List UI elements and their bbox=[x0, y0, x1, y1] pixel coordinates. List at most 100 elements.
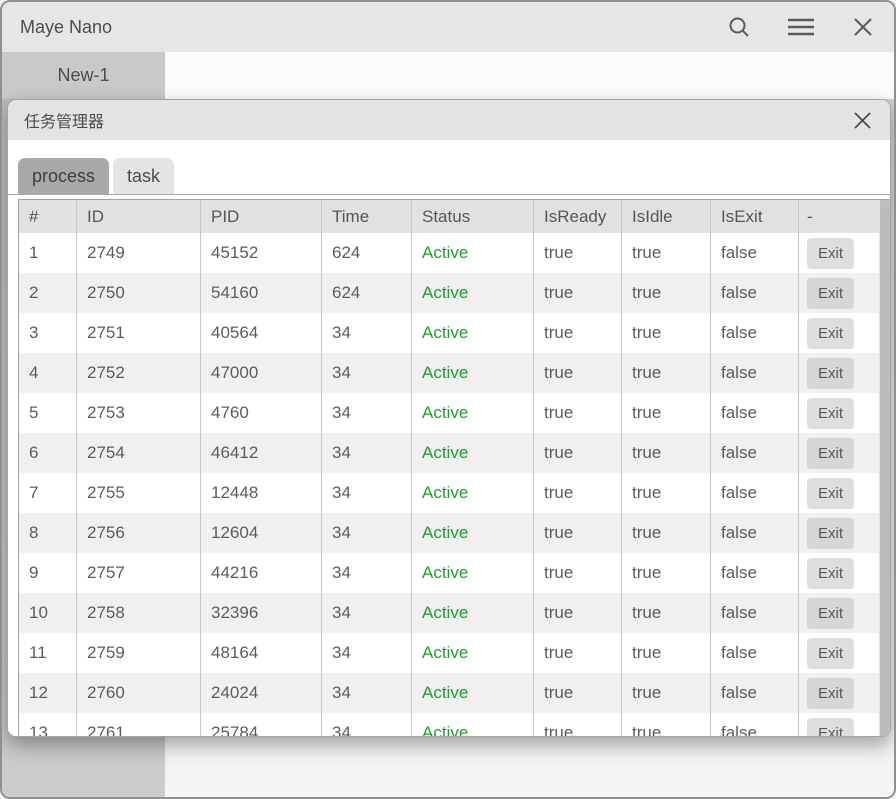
cell-time: 34 bbox=[322, 433, 412, 473]
cell-pid: 32396 bbox=[201, 593, 322, 633]
cell-is_ready: true bbox=[534, 233, 622, 273]
cell-status: Active bbox=[412, 713, 534, 737]
exit-button[interactable]: Exit bbox=[807, 398, 854, 429]
cell-time: 34 bbox=[322, 673, 412, 713]
cell-pid: 24024 bbox=[201, 673, 322, 713]
launcher-tab-new-1[interactable]: New-1 bbox=[2, 52, 165, 99]
cell-is_exit: false bbox=[711, 273, 799, 313]
exit-button[interactable]: Exit bbox=[807, 238, 854, 269]
exit-button[interactable]: Exit bbox=[807, 718, 854, 738]
window-close-button[interactable] bbox=[846, 10, 880, 44]
search-button[interactable] bbox=[722, 10, 756, 44]
cell-num: 5 bbox=[19, 393, 77, 433]
close-icon bbox=[853, 17, 873, 37]
table-row: 1027583239634ActivetruetruefalseExit bbox=[19, 593, 890, 633]
cell-id: 2754 bbox=[77, 433, 201, 473]
exit-button[interactable]: Exit bbox=[807, 438, 854, 469]
cell-num: 1 bbox=[19, 233, 77, 273]
cell-pid: 47000 bbox=[201, 353, 322, 393]
tab-task[interactable]: task bbox=[113, 158, 174, 194]
cell-id: 2761 bbox=[77, 713, 201, 737]
cell-time: 624 bbox=[322, 273, 412, 313]
cell-is_exit: false bbox=[711, 593, 799, 633]
launcher-titlebar: Maye Nano bbox=[2, 2, 894, 52]
cell-pid: 54160 bbox=[201, 273, 322, 313]
cell-is_ready: true bbox=[534, 393, 622, 433]
cell-pid: 45152 bbox=[201, 233, 322, 273]
launcher-tab-row: New-1 bbox=[2, 52, 894, 99]
cell-time: 34 bbox=[322, 593, 412, 633]
col-header-num: # bbox=[19, 200, 77, 233]
scrollbar-thumb[interactable] bbox=[880, 200, 890, 737]
cell-pid: 12448 bbox=[201, 473, 322, 513]
tab-process-label: process bbox=[32, 166, 95, 187]
search-icon bbox=[727, 15, 751, 39]
exit-button[interactable]: Exit bbox=[807, 558, 854, 589]
cell-is_ready: true bbox=[534, 473, 622, 513]
launcher-tab-label: New-1 bbox=[57, 65, 109, 86]
cell-id: 2753 bbox=[77, 393, 201, 433]
table-row: 2275054160624ActivetruetruefalseExit bbox=[19, 273, 890, 313]
cell-is_idle: true bbox=[622, 313, 711, 353]
maye-nano-window: Maye Nano bbox=[0, 0, 896, 799]
col-header-isexit: IsExit bbox=[711, 200, 799, 233]
col-header-isidle: IsIdle bbox=[622, 200, 711, 233]
cell-num: 11 bbox=[19, 633, 77, 673]
exit-button[interactable]: Exit bbox=[807, 638, 854, 669]
dialog-close-button[interactable] bbox=[846, 104, 878, 136]
cell-status: Active bbox=[412, 313, 534, 353]
menu-button[interactable] bbox=[784, 10, 818, 44]
cell-status: Active bbox=[412, 233, 534, 273]
cell-is_exit: false bbox=[711, 713, 799, 737]
cell-action: Exit bbox=[799, 393, 881, 433]
cell-is_exit: false bbox=[711, 513, 799, 553]
cell-action: Exit bbox=[799, 553, 881, 593]
tab-process[interactable]: process bbox=[18, 158, 109, 194]
exit-button[interactable]: Exit bbox=[807, 278, 854, 309]
cell-id: 2760 bbox=[77, 673, 201, 713]
process-table: # ID PID Time Status IsReady IsIdle IsEx… bbox=[18, 199, 890, 737]
cell-is_idle: true bbox=[622, 593, 711, 633]
cell-action: Exit bbox=[799, 313, 881, 353]
table-scrollbar[interactable] bbox=[879, 200, 890, 737]
cell-id: 2758 bbox=[77, 593, 201, 633]
cell-is_ready: true bbox=[534, 313, 622, 353]
cell-action: Exit bbox=[799, 593, 881, 633]
cell-status: Active bbox=[412, 593, 534, 633]
cell-action: Exit bbox=[799, 673, 881, 713]
cell-status: Active bbox=[412, 433, 534, 473]
cell-action: Exit bbox=[799, 433, 881, 473]
cell-time: 34 bbox=[322, 553, 412, 593]
cell-action: Exit bbox=[799, 513, 881, 553]
cell-is_exit: false bbox=[711, 433, 799, 473]
exit-button[interactable]: Exit bbox=[807, 478, 854, 509]
cell-status: Active bbox=[412, 633, 534, 673]
table-body: 1274945152624ActivetruetruefalseExit2275… bbox=[19, 233, 890, 737]
table-row: 727551244834ActivetruetruefalseExit bbox=[19, 473, 890, 513]
exit-button[interactable]: Exit bbox=[807, 318, 854, 349]
menu-icon bbox=[787, 16, 815, 38]
cell-is_idle: true bbox=[622, 673, 711, 713]
table-row: 427524700034ActivetruetruefalseExit bbox=[19, 353, 890, 393]
table-row: 52753476034ActivetruetruefalseExit bbox=[19, 393, 890, 433]
cell-time: 34 bbox=[322, 473, 412, 513]
exit-button[interactable]: Exit bbox=[807, 598, 854, 629]
col-header-pid: PID bbox=[201, 200, 322, 233]
exit-button[interactable]: Exit bbox=[807, 678, 854, 709]
exit-button[interactable]: Exit bbox=[807, 518, 854, 549]
cell-time: 34 bbox=[322, 633, 412, 673]
table-row: 1127594816434ActivetruetruefalseExit bbox=[19, 633, 890, 673]
exit-button[interactable]: Exit bbox=[807, 358, 854, 389]
cell-action: Exit bbox=[799, 473, 881, 513]
cell-time: 34 bbox=[322, 393, 412, 433]
cell-status: Active bbox=[412, 393, 534, 433]
cell-is_idle: true bbox=[622, 553, 711, 593]
cell-is_idle: true bbox=[622, 433, 711, 473]
table-row: 1327612578434ActivetruetruefalseExit bbox=[19, 713, 890, 737]
cell-status: Active bbox=[412, 353, 534, 393]
cell-action: Exit bbox=[799, 353, 881, 393]
task-manager-dialog: 任务管理器 process task # bbox=[7, 99, 891, 737]
cell-num: 4 bbox=[19, 353, 77, 393]
table-row: 627544641234ActivetruetruefalseExit bbox=[19, 433, 890, 473]
cell-id: 2756 bbox=[77, 513, 201, 553]
